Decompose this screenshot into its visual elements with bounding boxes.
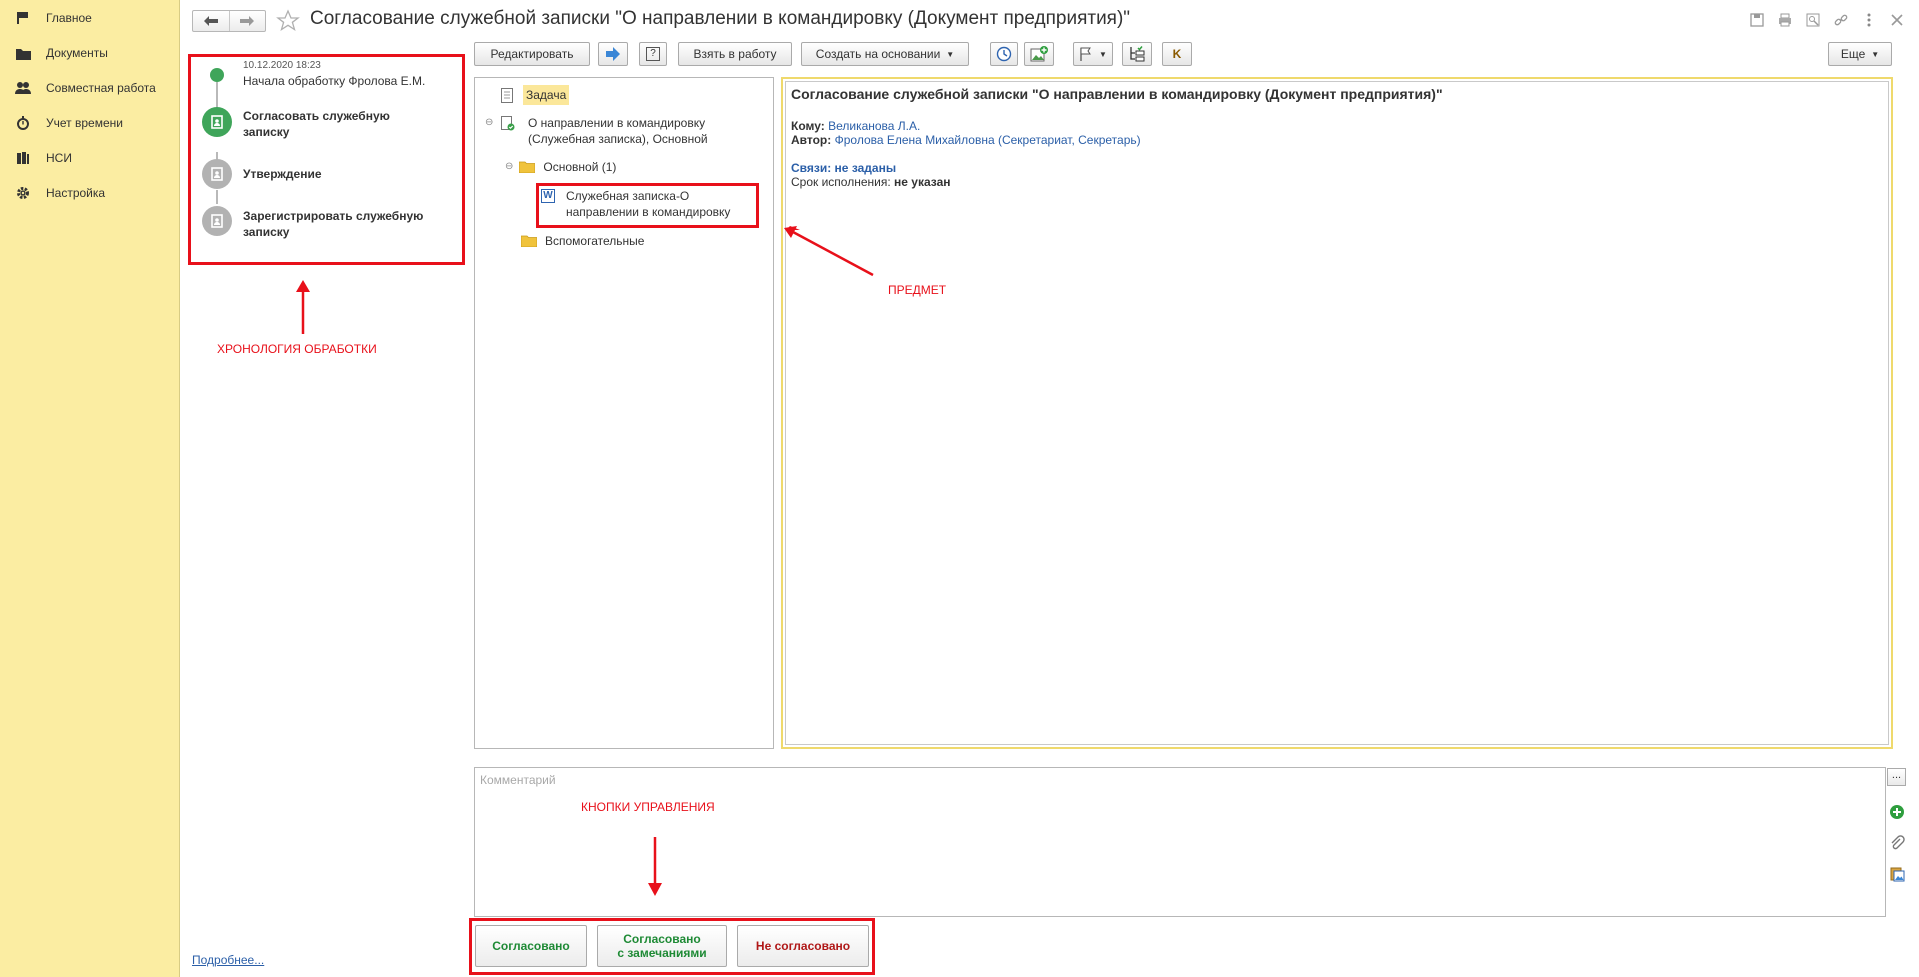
annotation-arrow: [792, 230, 874, 277]
annotation-arrowhead: [648, 883, 662, 896]
annotation-subject-label: ПРЕДМЕТ: [888, 283, 947, 297]
annotation-arrows: [296, 226, 874, 896]
annotation-history-label: ХРОНОЛОГИЯ ОБРАБОТКИ: [217, 342, 377, 356]
annotation-arrowhead: [296, 280, 310, 292]
annotation-controls-label: КНОПКИ УПРАВЛЕНИЯ: [581, 800, 715, 814]
